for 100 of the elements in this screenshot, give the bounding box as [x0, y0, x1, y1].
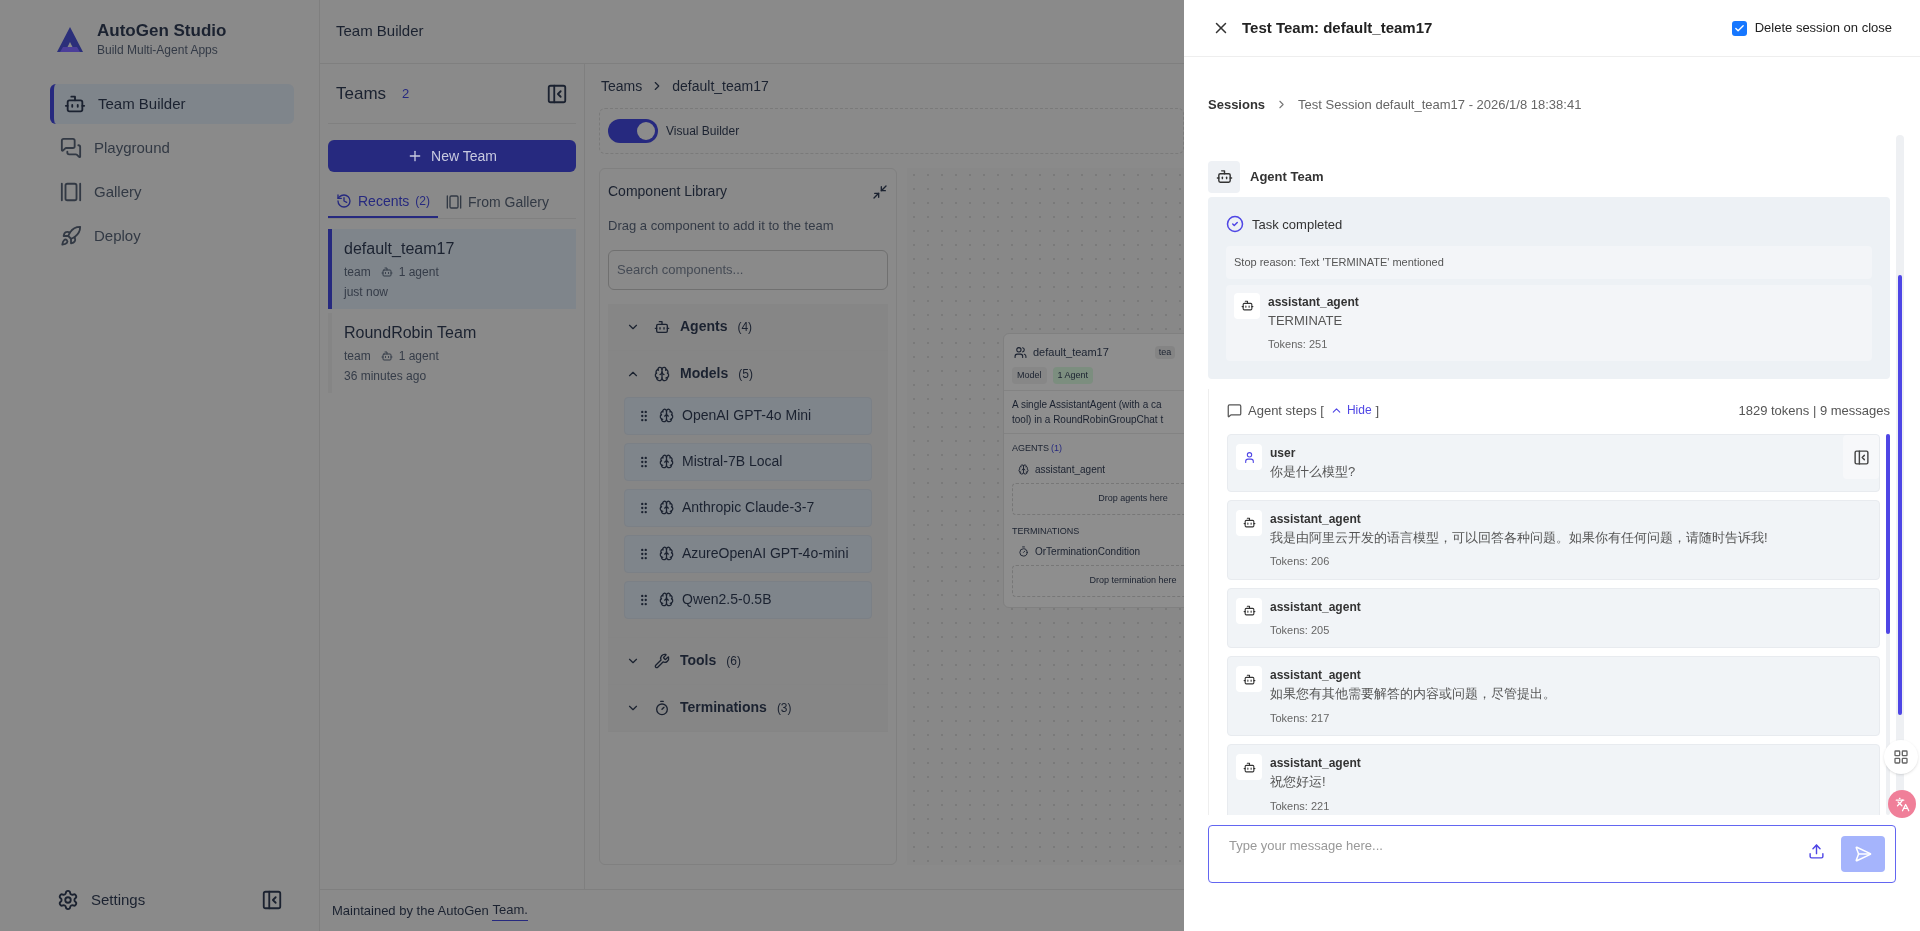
chat-icon: [1227, 402, 1242, 418]
collapse-steps-button[interactable]: [1843, 435, 1879, 479]
gallery-icon: [446, 194, 463, 210]
library-title: Component Library: [608, 182, 728, 201]
brain-icon: [659, 500, 674, 515]
brain-icon: [659, 454, 674, 469]
wrench-icon: [654, 652, 670, 669]
message-text: TERMINATE: [1268, 311, 1344, 330]
breadcrumb-link[interactable]: Teams: [601, 75, 643, 97]
status-text: Task completed: [1252, 215, 1343, 234]
team-time: just now: [344, 284, 390, 301]
search-field[interactable]: Search components...: [608, 249, 888, 290]
team-name: default_team17: [344, 239, 456, 259]
apps-button[interactable]: [1884, 740, 1918, 774]
robot-icon: [1242, 604, 1256, 617]
app-title: AutoGen Studio: [97, 20, 227, 41]
model-tag: Model: [1012, 366, 1047, 384]
app-subtitle: Build Multi-Agent Apps: [97, 41, 219, 59]
robot-icon: [1242, 672, 1256, 686]
token-count: Tokens: 251: [1268, 337, 1329, 352]
visual-builder-toggle[interactable]: [608, 119, 658, 143]
send-icon: [1854, 845, 1872, 863]
brain-icon: [659, 546, 674, 561]
message-composer[interactable]: Type your message here...: [1208, 825, 1896, 883]
nav-item[interactable]: Gallery: [50, 172, 294, 212]
team-type: team: [344, 264, 371, 281]
agent-count: 1 agent: [398, 264, 439, 281]
model-item[interactable]: Anthropic Claude-3-7: [624, 488, 872, 527]
delete-session-checkbox[interactable]: [1731, 20, 1747, 36]
teams-count: 2: [402, 84, 410, 103]
page-title: Team Builder: [336, 21, 424, 42]
sender-name: assistant_agent: [1270, 598, 1361, 616]
message-text: 我是由阿里云开发的语言模型，可以回答各种问题。如果你有任何问题，请随时告诉我!: [1270, 528, 1768, 547]
brain-icon: [654, 365, 670, 382]
panel-icon: [1852, 448, 1870, 466]
library-section-header[interactable]: Models (5): [608, 350, 888, 397]
robot-icon: [64, 93, 86, 115]
upload-icon[interactable]: [1808, 843, 1825, 860]
brain-icon: [659, 408, 674, 423]
token-count: Tokens: 217: [1270, 710, 1331, 726]
message-input[interactable]: Type your message here...: [1229, 836, 1808, 856]
translate-icon: [1894, 796, 1910, 812]
brain-icon: [1018, 463, 1029, 475]
model-item[interactable]: Mistral-7B Local: [624, 442, 872, 481]
check-circle-icon: [1226, 215, 1244, 234]
users-icon: [1014, 345, 1027, 359]
agent-tag: 1 Agent: [1052, 366, 1094, 384]
robot-icon: [1242, 760, 1256, 774]
history-icon: [336, 193, 352, 209]
team-type: team: [344, 348, 371, 365]
nav-item[interactable]: Playground: [50, 128, 294, 168]
chat-bubbles-icon: [60, 137, 82, 159]
nav-item[interactable]: Deploy: [50, 216, 294, 256]
checkbox-label: Delete session on close: [1754, 19, 1892, 38]
rocket-icon: [60, 225, 82, 247]
token-count: Tokens: 221: [1270, 798, 1331, 814]
node-description: tool) in a RoundRobinGroupChat t: [1012, 413, 1165, 427]
robot-icon: [380, 266, 393, 278]
team-item[interactable]: default_team17 team 1 agent just now: [328, 229, 576, 309]
library-section-header[interactable]: Terminations (3): [608, 684, 888, 731]
nav-item[interactable]: Team Builder: [50, 84, 294, 124]
section-label: TERMINATIONS: [1012, 524, 1081, 538]
sender-name: assistant_agent: [1270, 667, 1362, 684]
sender-name: assistant_agent: [1270, 755, 1361, 772]
section-count: (1): [1051, 442, 1062, 455]
teams-heading: Teams: [336, 82, 387, 105]
library-section-header[interactable]: Agents (4): [608, 303, 888, 350]
timer-icon: [1018, 546, 1029, 557]
translate-button[interactable]: [1888, 790, 1916, 818]
collapse-sidebar-icon[interactable]: [261, 888, 283, 911]
agent-name: assistant_agent: [1035, 462, 1106, 477]
minimize-icon[interactable]: [872, 183, 888, 200]
message-text: 你是什么模型?: [1270, 463, 1356, 481]
team-label: Agent Team: [1250, 167, 1324, 186]
timer-icon: [654, 699, 670, 716]
robot-icon: [654, 318, 670, 335]
hide-steps-button[interactable]: Hide: [1329, 401, 1372, 420]
node-title: default_team17: [1033, 345, 1109, 360]
model-item[interactable]: OpenAI GPT-4o Mini: [624, 396, 872, 435]
team-time: 36 minutes ago: [344, 368, 428, 385]
library-section-header[interactable]: Tools (6): [608, 637, 888, 684]
stop-reason: Stop reason: Text 'TERMINATE' mentioned: [1226, 246, 1872, 279]
library-hint: Drag a component to add it to the team: [608, 217, 835, 235]
model-item[interactable]: AzureOpenAI GPT-4o-mini: [624, 534, 872, 573]
robot-icon: [380, 350, 393, 362]
user-icon: [1242, 450, 1256, 464]
new-team-button[interactable]: New Team: [328, 140, 576, 172]
model-item[interactable]: Qwen2.5-0.5B: [624, 580, 872, 619]
team-item[interactable]: RoundRobin Team team 1 agent 36 minutes ago: [328, 313, 576, 393]
tab[interactable]: Recents (2): [328, 186, 439, 218]
tab[interactable]: From Gallery: [438, 186, 557, 218]
footer-link[interactable]: Team.: [492, 900, 528, 921]
steps-bracket: ]: [1375, 401, 1380, 420]
breadcrumb-link[interactable]: Sessions: [1208, 95, 1266, 115]
collapse-panel-icon[interactable]: [546, 82, 568, 105]
grid-icon: [1893, 749, 1909, 765]
agent-count: 1 agent: [398, 348, 439, 365]
breadcrumb-current: default_team17: [672, 76, 769, 96]
team-name: RoundRobin Team: [344, 323, 478, 343]
settings-link[interactable]: Settings: [91, 888, 146, 911]
